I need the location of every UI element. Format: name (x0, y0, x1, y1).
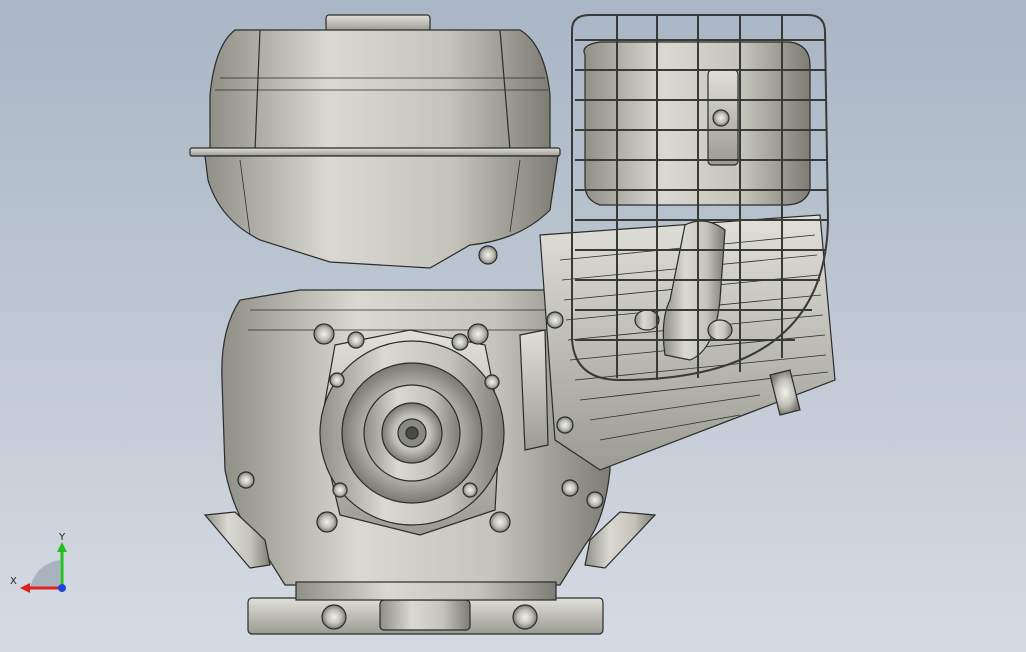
z-axis-dot (58, 584, 66, 592)
y-axis-label: Y (58, 532, 66, 543)
fuel-tank[interactable] (189, 14, 561, 269)
cad-graphics-viewport[interactable]: Y X (0, 0, 1026, 652)
x-axis-label: X (10, 576, 17, 587)
recoil-starter-cover[interactable] (319, 329, 505, 536)
axis-triad: Y X (10, 532, 67, 593)
engine-base (247, 581, 604, 635)
engine-model[interactable] (0, 0, 1026, 652)
